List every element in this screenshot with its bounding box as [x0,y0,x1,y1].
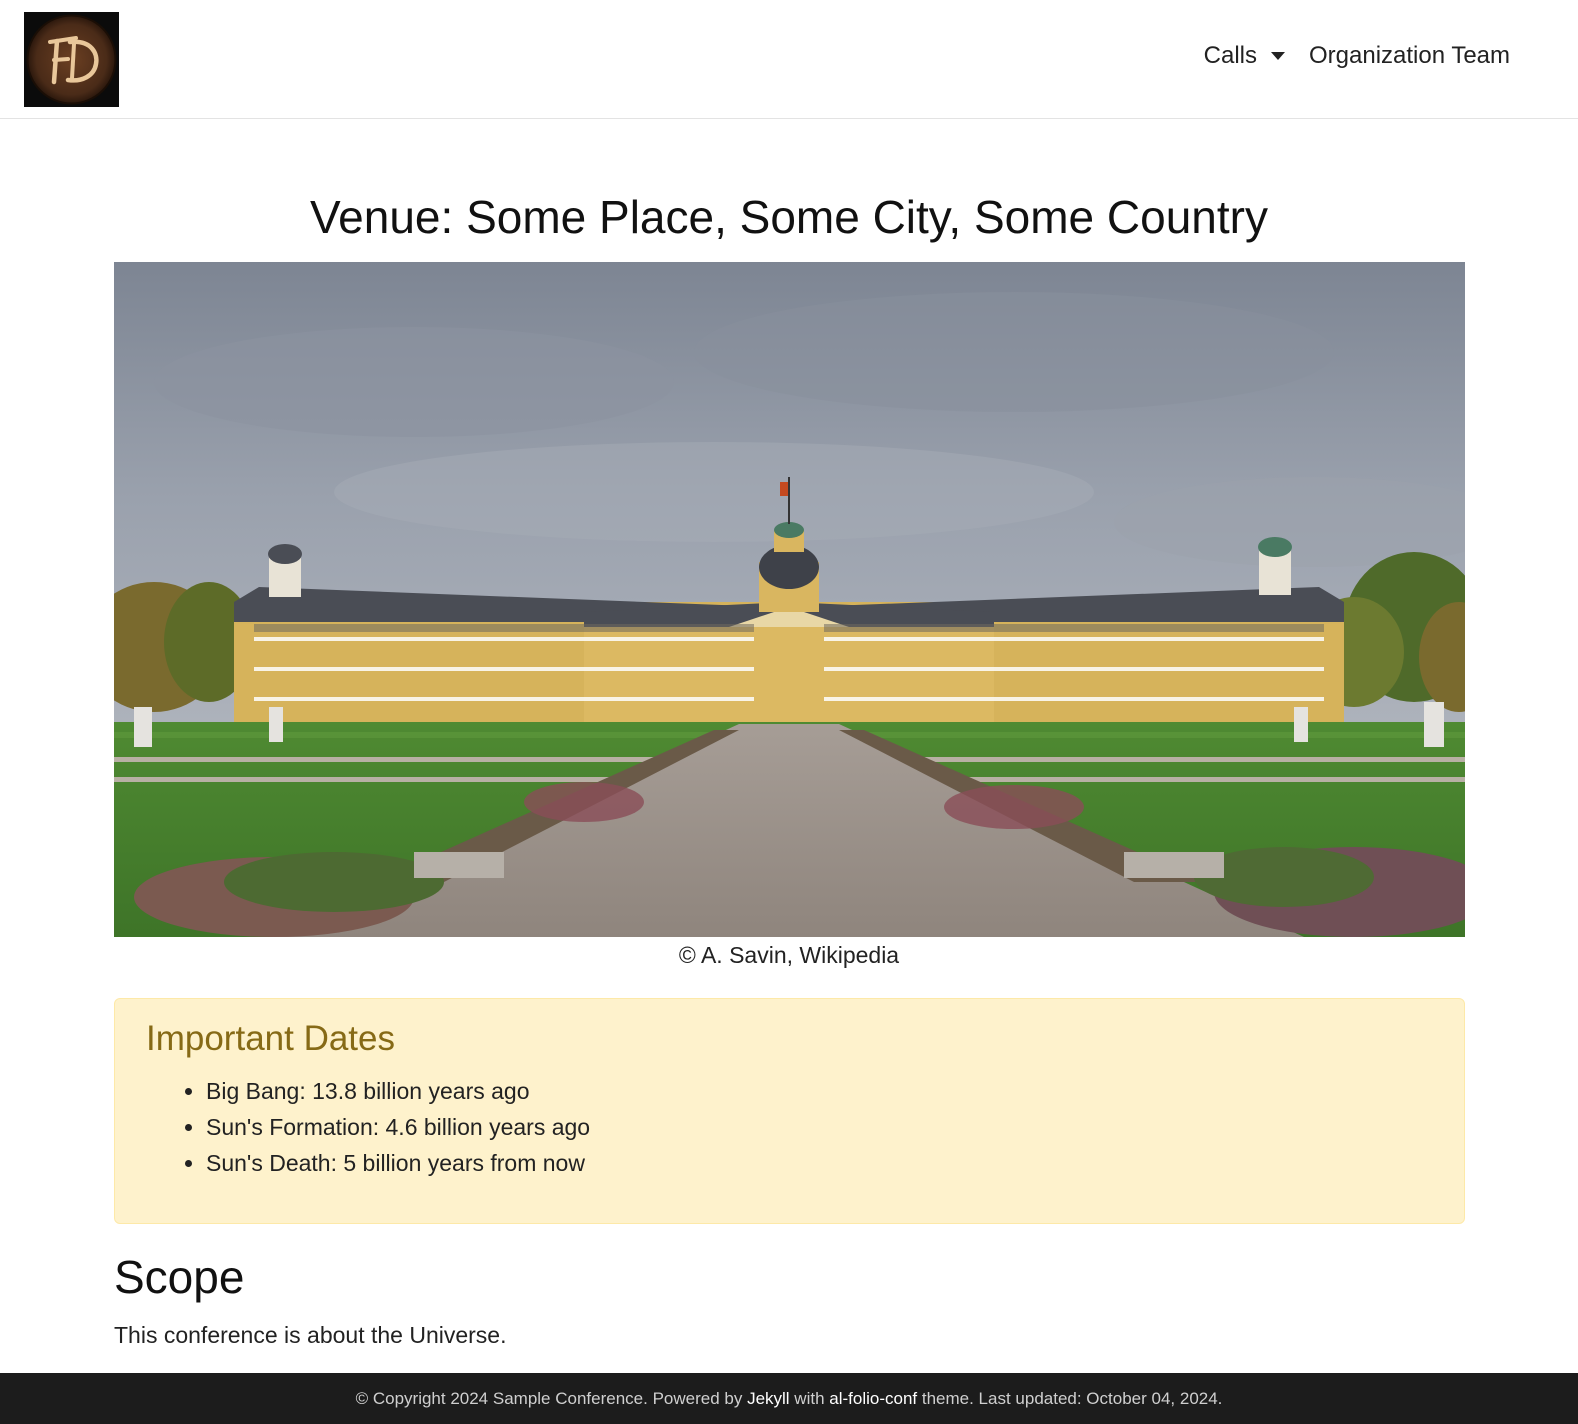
fd-monogram-logo-icon [26,14,117,105]
footer: © Copyright 2024 Sample Conference. Powe… [0,1373,1578,1424]
footer-jekyll-link[interactable]: Jekyll [747,1389,790,1408]
footer-with-text: with [789,1389,830,1408]
date-item: Big Bang: 13.8 billion years ago [206,1073,590,1109]
date-item: Sun's Formation: 4.6 billion years ago [206,1109,590,1145]
footer-theme-link[interactable]: al-folio-conf [829,1389,917,1408]
nav-calls-dropdown[interactable]: Calls [1204,42,1285,70]
scope-heading: Scope [114,1251,245,1303]
palace-image [114,262,1465,937]
important-dates-alert: Important Dates Big Bang: 13.8 billion y… [114,998,1465,1224]
scope-text: This conference is about the Universe. [114,1322,507,1348]
date-item: Sun's Death: 5 billion years from now [206,1145,590,1181]
footer-last-updated: theme. Last updated: October 04, 2024. [917,1389,1223,1408]
venue-title: Venue: Some Place, Some City, Some Count… [310,191,1268,243]
important-dates-list: Big Bang: 13.8 billion years ago Sun's F… [206,1073,590,1181]
navbar: Calls Organization Team [0,0,1578,119]
site-logo[interactable] [24,12,119,107]
caret-down-icon [1271,52,1285,60]
nav-organization-team-label: Organization Team [1309,42,1510,69]
photo-caption: © A. Savin, Wikipedia [678,942,900,968]
nav-menu: Calls Organization Team [1204,42,1510,70]
venue-photo [114,262,1465,937]
footer-copyright-prefix: © Copyright 2024 Sample Conference. Powe… [355,1389,748,1408]
important-dates-title: Important Dates [146,1019,395,1058]
nav-calls-label: Calls [1203,42,1257,69]
nav-organization-team[interactable]: Organization Team [1309,42,1510,70]
